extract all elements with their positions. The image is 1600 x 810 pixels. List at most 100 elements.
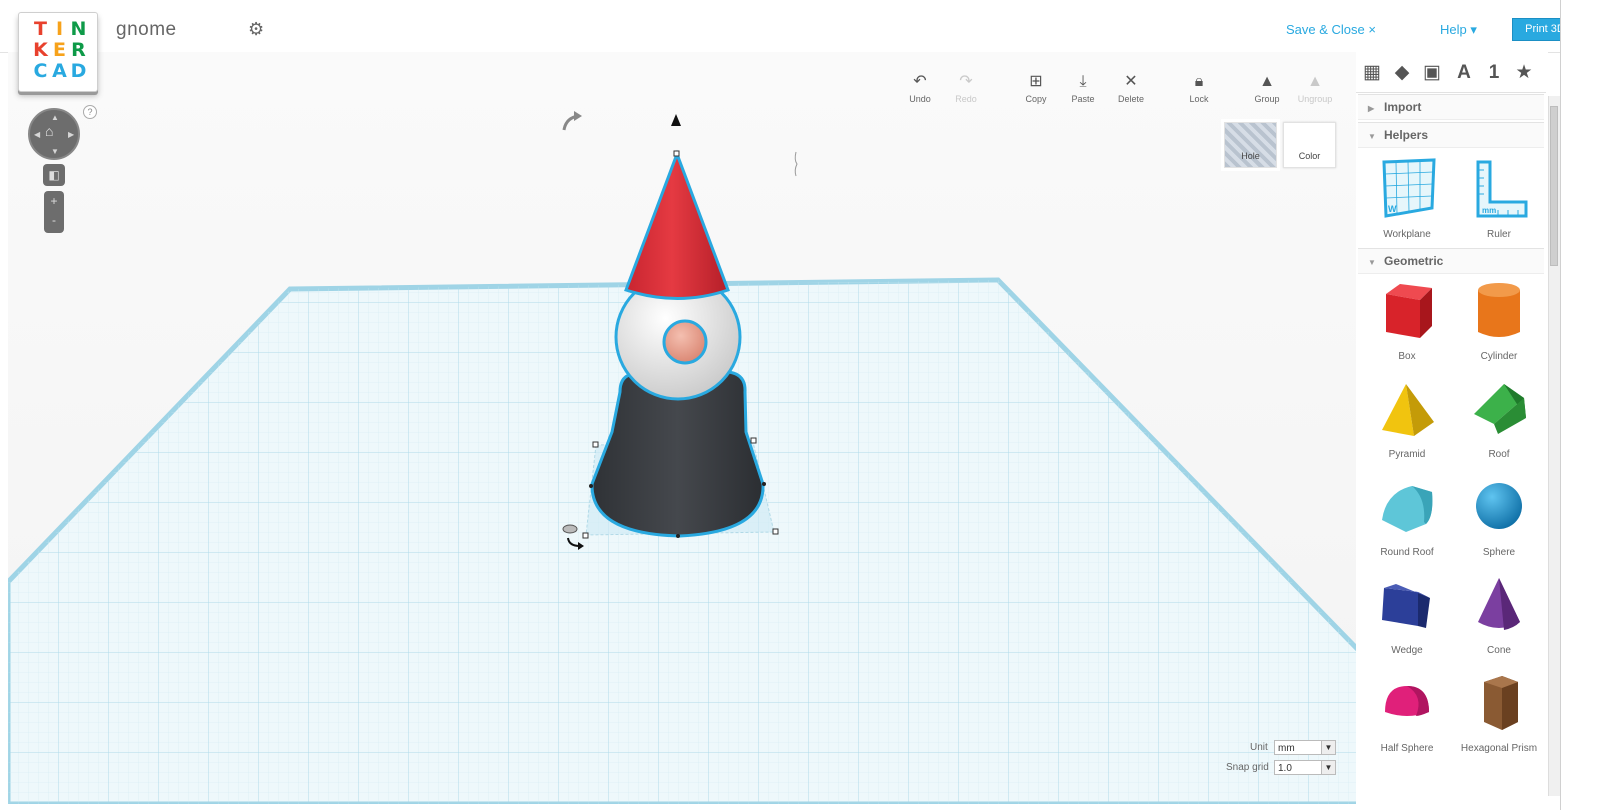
svg-text:mm: mm bbox=[1482, 206, 1496, 215]
group-button[interactable]: ▲ Group bbox=[1245, 72, 1289, 104]
box-icon bbox=[1386, 284, 1432, 338]
hexagonal-prism-icon bbox=[1484, 676, 1518, 730]
shape-cylinder[interactable]: Cylinder bbox=[1454, 280, 1544, 362]
shape-cylinder-label: Cylinder bbox=[1480, 351, 1518, 362]
section-geometric-label: Geometric bbox=[1384, 254, 1444, 268]
shape-round-roof-label: Round Roof bbox=[1380, 547, 1434, 558]
3d-viewport[interactable] bbox=[8, 52, 1379, 804]
box-view-icon[interactable]: ◆ bbox=[1390, 60, 1414, 86]
ungroup-button[interactable]: ▲ Ungroup bbox=[1293, 72, 1337, 104]
section-geometric[interactable]: ▼ Geometric bbox=[1358, 248, 1544, 274]
paste-button[interactable]: ⤓ Paste bbox=[1061, 72, 1105, 104]
helper-workplane-label: Workplane bbox=[1383, 229, 1431, 240]
save-close-link[interactable]: Save & Close × bbox=[1286, 22, 1376, 37]
logo-letter: T bbox=[34, 18, 47, 40]
document-title[interactable]: gnome bbox=[116, 19, 177, 41]
group-label: Group bbox=[1254, 94, 1280, 104]
paste-label: Paste bbox=[1071, 94, 1095, 104]
shape-pyramid[interactable]: Pyramid bbox=[1362, 378, 1452, 460]
orbit-control[interactable]: ▲ ▼ ◀ ▶ ⌂ bbox=[28, 108, 80, 160]
paste-icon: ⤓ bbox=[1079, 73, 1087, 90]
shape-wedge[interactable]: Wedge bbox=[1362, 574, 1452, 656]
view-cube-icon[interactable]: ◧ bbox=[43, 164, 65, 186]
undo-label: Undo bbox=[909, 94, 931, 104]
tinkercad-logo[interactable]: T I N K E R C A D bbox=[18, 12, 98, 92]
unit-select[interactable]: mm ▼ bbox=[1274, 740, 1336, 755]
shape-box[interactable]: Box bbox=[1362, 280, 1452, 362]
ruler-icon: mm bbox=[1476, 160, 1528, 218]
home-icon[interactable]: ⌂ bbox=[45, 123, 53, 139]
cylinder-icon bbox=[1478, 283, 1520, 337]
redo-icon: ↷ bbox=[959, 73, 973, 90]
workplane-scene[interactable] bbox=[8, 52, 1378, 804]
color-button[interactable]: Color bbox=[1283, 122, 1336, 168]
delete-icon: ✕ bbox=[1124, 73, 1138, 90]
collapse-icon: ▼ bbox=[1368, 132, 1376, 141]
shape-wedge-label: Wedge bbox=[1391, 645, 1423, 656]
text-tab[interactable]: A bbox=[1452, 60, 1476, 86]
undo-button[interactable]: ↶ Undo bbox=[898, 72, 942, 104]
hole-button[interactable]: Hole bbox=[1224, 122, 1277, 168]
lock-button[interactable]: 🔒︎ Lock bbox=[1177, 72, 1221, 104]
cube-view-icon[interactable]: ▣ bbox=[1420, 60, 1444, 86]
panel-tabs: ▦ ◆ ▣ A 1 ★ bbox=[1356, 56, 1546, 93]
shape-pyramid-label: Pyramid bbox=[1388, 449, 1426, 460]
logo-letter: C bbox=[33, 60, 48, 82]
zoom-in-button[interactable]: + bbox=[44, 194, 64, 208]
help-menu[interactable]: Help ▾ bbox=[1440, 22, 1477, 38]
snap-grid-value: 1.0 bbox=[1278, 763, 1292, 774]
svg-text:W: W bbox=[1388, 204, 1397, 214]
collapse-icon: ▼ bbox=[1368, 258, 1376, 267]
ungroup-icon: ▲ bbox=[1307, 73, 1323, 90]
panel-scrollbar[interactable] bbox=[1548, 96, 1560, 796]
scrollbar-thumb[interactable] bbox=[1550, 106, 1558, 266]
redo-button[interactable]: ↷ Redo bbox=[944, 72, 988, 104]
workplane-icon: W bbox=[1382, 158, 1436, 218]
undo-icon: ↶ bbox=[913, 73, 927, 90]
logo-letter: D bbox=[70, 60, 87, 82]
shape-hexagonal-prism[interactable]: Hexagonal Prism bbox=[1454, 672, 1544, 754]
chevron-down-icon: ▼ bbox=[1321, 741, 1335, 754]
shape-sphere-label: Sphere bbox=[1482, 547, 1516, 558]
logo-letters: T I N K E R C A D bbox=[31, 19, 88, 82]
section-helpers[interactable]: ▼ Helpers bbox=[1358, 122, 1544, 148]
star-icon[interactable]: ★ bbox=[1512, 60, 1536, 86]
shape-half-sphere[interactable]: Half Sphere bbox=[1362, 672, 1452, 754]
gear-icon[interactable]: ⚙ bbox=[248, 19, 264, 40]
shape-cone[interactable]: Cone bbox=[1454, 574, 1544, 656]
snap-grid-select[interactable]: 1.0 ▼ bbox=[1274, 760, 1336, 775]
logo-letter: E bbox=[53, 39, 66, 61]
unit-label: Unit bbox=[1250, 742, 1268, 753]
wedge-icon bbox=[1382, 584, 1430, 628]
help-icon[interactable]: ? bbox=[83, 105, 97, 119]
section-import[interactable]: ▶ Import bbox=[1358, 94, 1544, 120]
shape-sphere[interactable]: Sphere bbox=[1454, 476, 1544, 558]
shape-roof[interactable]: Roof bbox=[1454, 378, 1544, 460]
round-roof-icon bbox=[1382, 486, 1433, 532]
orbit-down-icon[interactable]: ▼ bbox=[51, 147, 59, 156]
orbit-right-icon[interactable]: ▶ bbox=[68, 130, 74, 139]
copy-button[interactable]: ⊞ Copy bbox=[1014, 72, 1058, 104]
orbit-left-icon[interactable]: ◀ bbox=[34, 130, 40, 139]
delete-label: Delete bbox=[1117, 94, 1144, 104]
shape-box-label: Box bbox=[1398, 351, 1416, 362]
helper-workplane[interactable]: W Workplane bbox=[1362, 158, 1452, 240]
orbit-up-icon[interactable]: ▲ bbox=[51, 113, 59, 122]
pyramid-icon bbox=[1382, 384, 1434, 436]
logo-letter: K bbox=[33, 39, 48, 61]
grid-view-icon[interactable]: ▦ bbox=[1360, 60, 1384, 86]
lock-label: Lock bbox=[1189, 94, 1209, 104]
number-tab[interactable]: 1 bbox=[1482, 60, 1506, 86]
unit-value: mm bbox=[1278, 743, 1295, 754]
helper-ruler[interactable]: mm Ruler bbox=[1454, 158, 1544, 240]
roof-icon bbox=[1474, 384, 1526, 434]
sphere-icon bbox=[1476, 483, 1522, 529]
shape-half-sphere-label: Half Sphere bbox=[1380, 743, 1434, 754]
shape-cone-label: Cone bbox=[1487, 645, 1511, 656]
shape-hexagonal-prism-label: Hexagonal Prism bbox=[1460, 743, 1538, 754]
shape-round-roof[interactable]: Round Roof bbox=[1362, 476, 1452, 558]
logo-letter: N bbox=[70, 18, 87, 40]
delete-button[interactable]: ✕ Delete bbox=[1109, 72, 1153, 104]
zoom-out-button[interactable]: - bbox=[44, 213, 64, 227]
section-import-label: Import bbox=[1384, 100, 1422, 114]
